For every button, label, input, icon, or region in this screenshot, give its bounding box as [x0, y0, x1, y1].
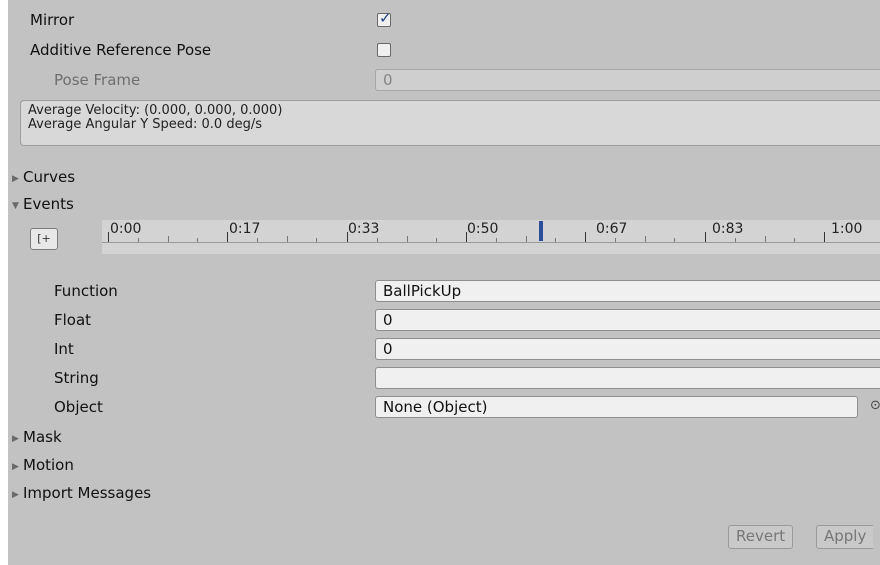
- timeline-label: 1:00: [831, 221, 863, 237]
- timeline-major-tick: [705, 232, 706, 242]
- add-event-icon: [+: [37, 232, 51, 245]
- motion-label: Motion: [23, 456, 74, 474]
- object-picker-icon[interactable]: ⊙: [870, 398, 880, 413]
- mask-label: Mask: [23, 428, 62, 446]
- timeline-label: 0:33: [348, 221, 380, 237]
- additive-reference-pose-checkbox[interactable]: [377, 43, 391, 57]
- object-label: Object: [54, 398, 103, 416]
- function-field[interactable]: BallPickUp: [375, 280, 880, 302]
- event-timeline[interactable]: 0:00 0:17 0:33 0:50 0:67 0:83 1:00: [102, 220, 880, 254]
- pose-frame-field: 0: [375, 69, 880, 91]
- foldout-collapsed-icon: ▶: [12, 434, 19, 444]
- timeline-label: 0:67: [596, 221, 628, 237]
- mirror-label: Mirror: [30, 11, 75, 29]
- foldout-collapsed-icon: ▶: [12, 174, 19, 184]
- foldout-collapsed-icon: ▶: [12, 490, 19, 500]
- curves-foldout[interactable]: ▶ Curves: [12, 166, 312, 188]
- additive-reference-pose-label: Additive Reference Pose: [30, 41, 212, 59]
- timeline-label: 0:83: [712, 221, 744, 237]
- revert-button[interactable]: Revert: [728, 525, 794, 549]
- apply-button[interactable]: Apply: [816, 525, 874, 549]
- float-field[interactable]: 0: [375, 309, 880, 331]
- mirror-checkbox[interactable]: ✓: [377, 9, 392, 27]
- import-messages-foldout[interactable]: ▶ Import Messages: [12, 482, 312, 504]
- foldout-expanded-icon: ▼: [12, 201, 19, 211]
- average-angular-speed-text: Average Angular Y Speed: 0.0 deg/s: [28, 117, 262, 132]
- timeline-major-tick: [824, 232, 825, 242]
- string-field[interactable]: [375, 367, 880, 389]
- timeline-major-tick: [227, 232, 228, 242]
- object-field[interactable]: None (Object): [375, 396, 858, 418]
- string-label: String: [54, 369, 99, 387]
- curves-label: Curves: [23, 168, 76, 186]
- timeline-major-tick: [466, 232, 467, 242]
- checkmark-icon: ✓: [379, 9, 392, 27]
- int-label: Int: [54, 340, 74, 358]
- timeline-major-tick: [585, 232, 586, 242]
- pose-frame-label: Pose Frame: [54, 71, 141, 89]
- motion-info-box: Average Velocity: (0.000, 0.000, 0.000) …: [20, 100, 880, 146]
- events-foldout[interactable]: ▼ Events: [12, 193, 312, 215]
- animation-import-inspector: Mirror ✓ Additive Reference Pose Pose Fr…: [8, 0, 880, 565]
- timeline-label: 0:00: [110, 221, 142, 237]
- timeline-major-tick: [108, 232, 109, 242]
- event-marker[interactable]: [539, 221, 543, 241]
- timeline-label: 0:17: [229, 221, 261, 237]
- timeline-baseline: [102, 242, 880, 243]
- timeline-label: 0:50: [467, 221, 499, 237]
- import-messages-label: Import Messages: [23, 484, 152, 502]
- mask-foldout[interactable]: ▶ Mask: [12, 426, 312, 448]
- events-label: Events: [23, 195, 74, 213]
- average-velocity-text: Average Velocity: (0.000, 0.000, 0.000): [28, 103, 283, 118]
- motion-foldout[interactable]: ▶ Motion: [12, 454, 312, 476]
- float-label: Float: [54, 311, 92, 329]
- int-field[interactable]: 0: [375, 338, 880, 360]
- foldout-collapsed-icon: ▶: [12, 462, 19, 472]
- timeline-major-tick: [347, 232, 348, 242]
- function-label: Function: [54, 282, 118, 300]
- add-event-button[interactable]: [+: [30, 228, 58, 250]
